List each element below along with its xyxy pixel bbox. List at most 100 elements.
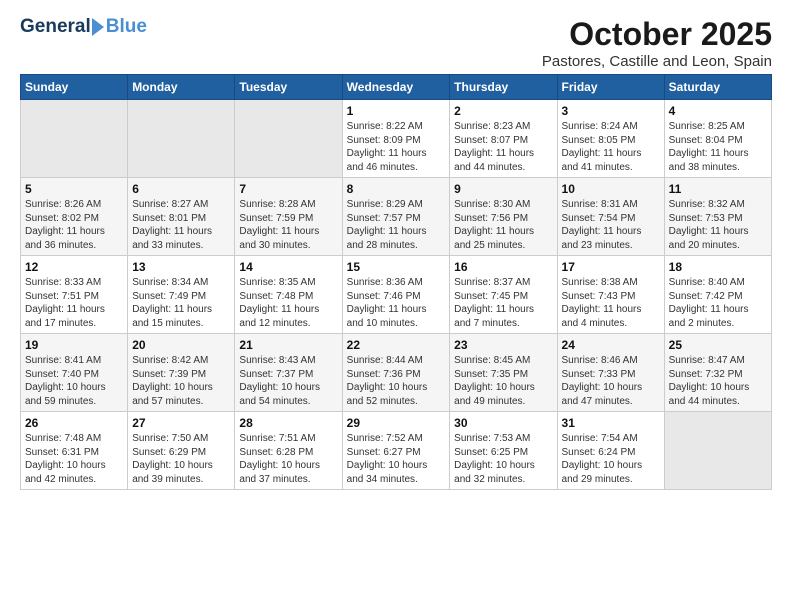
logo-chevron-icon bbox=[92, 18, 104, 36]
day-info: Sunrise: 7:53 AM Sunset: 6:25 PM Dayligh… bbox=[454, 432, 552, 486]
day-info: Sunrise: 8:43 AM Sunset: 7:37 PM Dayligh… bbox=[239, 354, 337, 408]
day-number: 6 bbox=[132, 182, 230, 196]
col-monday: Monday bbox=[128, 75, 235, 100]
calendar-week-row: 19 Sunrise: 8:41 AM Sunset: 7:40 PM Dayli… bbox=[21, 334, 772, 412]
day-info: Sunrise: 8:31 AM Sunset: 7:54 PM Dayligh… bbox=[562, 198, 660, 252]
day-number: 3 bbox=[562, 104, 660, 118]
table-row: 12 Sunrise: 8:33 AM Sunset: 7:51 PM Dayli… bbox=[21, 256, 128, 334]
table-row: 3 Sunrise: 8:24 AM Sunset: 8:05 PM Daylig… bbox=[557, 100, 664, 178]
header: General Blue October 2025 Pastores, Cast… bbox=[20, 16, 772, 70]
day-number: 13 bbox=[132, 260, 230, 274]
day-info: Sunrise: 8:26 AM Sunset: 8:02 PM Dayligh… bbox=[25, 198, 123, 252]
day-info: Sunrise: 8:45 AM Sunset: 7:35 PM Dayligh… bbox=[454, 354, 552, 408]
table-row: 2Sunrise: 8:23 AM Sunset: 8:07 PM Daylig… bbox=[450, 100, 557, 178]
col-saturday: Saturday bbox=[664, 75, 771, 100]
table-row bbox=[128, 100, 235, 178]
day-number: 22 bbox=[347, 338, 446, 352]
day-info: Sunrise: 7:52 AM Sunset: 6:27 PM Dayligh… bbox=[347, 432, 446, 486]
table-row bbox=[664, 412, 771, 490]
calendar-header-row: Sunday Monday Tuesday Wednesday Thursday… bbox=[21, 75, 772, 100]
day-number: 20 bbox=[132, 338, 230, 352]
col-sunday: Sunday bbox=[21, 75, 128, 100]
day-number: 29 bbox=[347, 416, 446, 430]
day-info: Sunrise: 7:51 AM Sunset: 6:28 PM Dayligh… bbox=[239, 432, 337, 486]
table-row: 8 Sunrise: 8:29 AM Sunset: 7:57 PM Daylig… bbox=[342, 178, 450, 256]
day-number: 7 bbox=[239, 182, 337, 196]
logo-word1: General bbox=[20, 16, 91, 38]
logo-word2: Blue bbox=[106, 16, 147, 38]
day-number: 26 bbox=[25, 416, 123, 430]
day-info: Sunrise: 8:30 AM Sunset: 7:56 PM Dayligh… bbox=[454, 198, 552, 252]
col-thursday: Thursday bbox=[450, 75, 557, 100]
day-info: Sunrise: 8:38 AM Sunset: 7:43 PM Dayligh… bbox=[562, 276, 660, 330]
day-number: 4 bbox=[669, 104, 767, 118]
day-number: 9 bbox=[454, 182, 552, 196]
day-info: Sunrise: 8:28 AM Sunset: 7:59 PM Dayligh… bbox=[239, 198, 337, 252]
table-row: 10Sunrise: 8:31 AM Sunset: 7:54 PM Dayli… bbox=[557, 178, 664, 256]
col-tuesday: Tuesday bbox=[235, 75, 342, 100]
col-wednesday: Wednesday bbox=[342, 75, 450, 100]
day-info: Sunrise: 8:23 AM Sunset: 8:07 PM Dayligh… bbox=[454, 120, 552, 174]
day-number: 15 bbox=[347, 260, 446, 274]
day-info: Sunrise: 8:34 AM Sunset: 7:49 PM Dayligh… bbox=[132, 276, 230, 330]
calendar-week-row: 1 Sunrise: 8:22 AM Sunset: 8:09 PM Daylig… bbox=[21, 100, 772, 178]
table-row: 25Sunrise: 8:47 AM Sunset: 7:32 PM Dayli… bbox=[664, 334, 771, 412]
day-info: Sunrise: 8:46 AM Sunset: 7:33 PM Dayligh… bbox=[562, 354, 660, 408]
title-block: October 2025 Pastores, Castille and Leon… bbox=[542, 16, 772, 70]
day-info: Sunrise: 8:27 AM Sunset: 8:01 PM Dayligh… bbox=[132, 198, 230, 252]
day-info: Sunrise: 8:32 AM Sunset: 7:53 PM Dayligh… bbox=[669, 198, 767, 252]
day-info: Sunrise: 7:50 AM Sunset: 6:29 PM Dayligh… bbox=[132, 432, 230, 486]
day-number: 8 bbox=[347, 182, 446, 196]
day-info: Sunrise: 8:44 AM Sunset: 7:36 PM Dayligh… bbox=[347, 354, 446, 408]
calendar-week-row: 5 Sunrise: 8:26 AM Sunset: 8:02 PM Daylig… bbox=[21, 178, 772, 256]
table-row: 29 Sunrise: 7:52 AM Sunset: 6:27 PM Dayli… bbox=[342, 412, 450, 490]
day-number: 28 bbox=[239, 416, 337, 430]
table-row: 30 Sunrise: 7:53 AM Sunset: 6:25 PM Dayli… bbox=[450, 412, 557, 490]
table-row: 21 Sunrise: 8:43 AM Sunset: 7:37 PM Dayli… bbox=[235, 334, 342, 412]
day-number: 12 bbox=[25, 260, 123, 274]
day-number: 27 bbox=[132, 416, 230, 430]
table-row: 23 Sunrise: 8:45 AM Sunset: 7:35 PM Dayli… bbox=[450, 334, 557, 412]
day-number: 31 bbox=[562, 416, 660, 430]
day-number: 19 bbox=[25, 338, 123, 352]
table-row: 31 Sunrise: 7:54 AM Sunset: 6:24 PM Dayli… bbox=[557, 412, 664, 490]
day-info: Sunrise: 8:29 AM Sunset: 7:57 PM Dayligh… bbox=[347, 198, 446, 252]
day-info: Sunrise: 7:54 AM Sunset: 6:24 PM Dayligh… bbox=[562, 432, 660, 486]
table-row bbox=[235, 100, 342, 178]
calendar-week-row: 12 Sunrise: 8:33 AM Sunset: 7:51 PM Dayli… bbox=[21, 256, 772, 334]
table-row: 24Sunrise: 8:46 AM Sunset: 7:33 PM Dayli… bbox=[557, 334, 664, 412]
day-info: Sunrise: 8:36 AM Sunset: 7:46 PM Dayligh… bbox=[347, 276, 446, 330]
table-row: 4 Sunrise: 8:25 AM Sunset: 8:04 PM Daylig… bbox=[664, 100, 771, 178]
table-row: 6 Sunrise: 8:27 AM Sunset: 8:01 PM Daylig… bbox=[128, 178, 235, 256]
calendar-week-row: 26 Sunrise: 7:48 AM Sunset: 6:31 PM Dayli… bbox=[21, 412, 772, 490]
page: General Blue October 2025 Pastores, Cast… bbox=[0, 0, 792, 500]
table-row: 15 Sunrise: 8:36 AM Sunset: 7:46 PM Dayli… bbox=[342, 256, 450, 334]
day-number: 5 bbox=[25, 182, 123, 196]
day-info: Sunrise: 8:40 AM Sunset: 7:42 PM Dayligh… bbox=[669, 276, 767, 330]
calendar: Sunday Monday Tuesday Wednesday Thursday… bbox=[20, 74, 772, 490]
day-info: Sunrise: 8:41 AM Sunset: 7:40 PM Dayligh… bbox=[25, 354, 123, 408]
table-row: 27 Sunrise: 7:50 AM Sunset: 6:29 PM Dayli… bbox=[128, 412, 235, 490]
day-info: Sunrise: 8:33 AM Sunset: 7:51 PM Dayligh… bbox=[25, 276, 123, 330]
table-row: 20Sunrise: 8:42 AM Sunset: 7:39 PM Dayli… bbox=[128, 334, 235, 412]
subtitle: Pastores, Castille and Leon, Spain bbox=[542, 53, 772, 70]
day-info: Sunrise: 8:35 AM Sunset: 7:48 PM Dayligh… bbox=[239, 276, 337, 330]
logo: General Blue bbox=[20, 16, 147, 38]
day-info: Sunrise: 7:48 AM Sunset: 6:31 PM Dayligh… bbox=[25, 432, 123, 486]
table-row: 28 Sunrise: 7:51 AM Sunset: 6:28 PM Dayli… bbox=[235, 412, 342, 490]
table-row: 22 Sunrise: 8:44 AM Sunset: 7:36 PM Dayli… bbox=[342, 334, 450, 412]
day-info: Sunrise: 8:24 AM Sunset: 8:05 PM Dayligh… bbox=[562, 120, 660, 174]
day-number: 25 bbox=[669, 338, 767, 352]
day-info: Sunrise: 8:25 AM Sunset: 8:04 PM Dayligh… bbox=[669, 120, 767, 174]
day-info: Sunrise: 8:37 AM Sunset: 7:45 PM Dayligh… bbox=[454, 276, 552, 330]
day-number: 14 bbox=[239, 260, 337, 274]
day-number: 21 bbox=[239, 338, 337, 352]
day-number: 17 bbox=[562, 260, 660, 274]
day-number: 30 bbox=[454, 416, 552, 430]
day-info: Sunrise: 8:22 AM Sunset: 8:09 PM Dayligh… bbox=[347, 120, 446, 174]
table-row bbox=[21, 100, 128, 178]
day-number: 1 bbox=[347, 104, 446, 118]
table-row: 5 Sunrise: 8:26 AM Sunset: 8:02 PM Daylig… bbox=[21, 178, 128, 256]
day-number: 23 bbox=[454, 338, 552, 352]
table-row: 18Sunrise: 8:40 AM Sunset: 7:42 PM Dayli… bbox=[664, 256, 771, 334]
